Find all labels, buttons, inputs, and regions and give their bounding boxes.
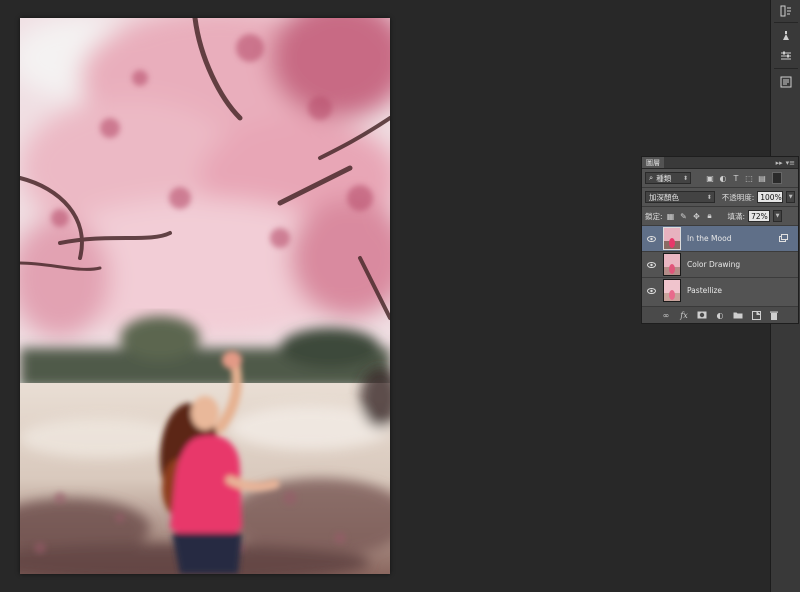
chevron-down-icon: ⬍ [682, 174, 688, 182]
filter-type-icon[interactable]: T [731, 173, 741, 183]
painted-photo [20, 18, 390, 574]
smart-object-icon [779, 234, 788, 244]
layer-row-pastellize[interactable]: Pastellize [642, 277, 798, 303]
filter-shape-icon[interactable]: ⬚ [744, 173, 754, 183]
document-canvas[interactable] [20, 18, 390, 574]
layer-name: In the Mood [687, 234, 732, 243]
layer-thumbnail [663, 279, 681, 302]
filter-smart-object-icon[interactable]: ▤ [757, 173, 767, 183]
brush-preset-icon[interactable] [777, 27, 795, 45]
eye-icon[interactable] [642, 235, 660, 242]
fill-label: 填滿: [727, 211, 746, 221]
panel-footer: ∞ fx ◐ [642, 306, 798, 323]
lock-all-icon[interactable]: 🔒︎ [705, 211, 715, 221]
blend-mode-value: 加深顏色 [649, 192, 679, 202]
layers-panel: 圖層 ▸▸ ▾≡ ⌕ 種類 ⬍ ▣ ◐ T ⬚ ▤ 加深顏色 ⬍ 不透明度: 1… [641, 156, 799, 324]
blend-mode-select[interactable]: 加深顏色 ⬍ [645, 191, 715, 203]
fill-input[interactable]: 72% [748, 210, 771, 222]
lock-transparent-icon[interactable]: ▦ [666, 211, 676, 221]
new-layer-icon[interactable] [751, 310, 762, 321]
filter-kind-select[interactable]: ⌕ 種類 ⬍ [645, 172, 691, 184]
layer-row-color-drawing[interactable]: Color Drawing [642, 251, 798, 277]
fill-slider-toggle[interactable]: ▼ [773, 210, 783, 222]
link-icon[interactable]: ∞ [661, 310, 672, 321]
layer-thumbnail [663, 253, 681, 276]
lock-position-icon[interactable]: ✥ [692, 211, 702, 221]
lock-label: 鎖定: [645, 211, 663, 221]
filter-kind-value: 種類 [656, 173, 672, 183]
opacity-input[interactable]: 100% [757, 191, 784, 203]
mask-icon[interactable] [697, 310, 708, 321]
fx-icon[interactable]: fx [679, 310, 690, 321]
tab-layers-label: 圖層 [646, 158, 660, 167]
chevron-down-icon: ⬍ [706, 193, 712, 201]
layer-thumbnail [663, 227, 681, 250]
lock-row: 鎖定: ▦ ✎ ✥ 🔒︎ 填滿: 72% ▼ [642, 207, 798, 225]
eye-icon[interactable] [642, 287, 660, 294]
opacity-label: 不透明度: [721, 192, 755, 202]
tab-layers[interactable]: 圖層 [642, 157, 664, 168]
search-icon: ⌕ [649, 173, 654, 182]
eye-icon[interactable] [642, 261, 660, 268]
adjustments-icon[interactable] [777, 47, 795, 65]
adjustment-icon[interactable]: ◐ [715, 310, 726, 321]
layer-name: Color Drawing [687, 260, 741, 269]
collapse-icon[interactable]: ▸▸ [776, 159, 783, 167]
filter-row: ⌕ 種類 ⬍ ▣ ◐ T ⬚ ▤ [642, 169, 798, 187]
lock-pixels-icon[interactable]: ✎ [679, 211, 689, 221]
properties-icon[interactable] [777, 73, 795, 91]
history-icon[interactable] [777, 2, 795, 20]
layer-name: Pastellize [687, 286, 723, 295]
blend-row: 加深顏色 ⬍ 不透明度: 100% ▼ [642, 188, 798, 206]
folder-icon[interactable] [733, 310, 744, 321]
filter-pixel-icon[interactable]: ▣ [705, 173, 715, 183]
panel-menu-icon[interactable]: ▾≡ [786, 159, 795, 167]
opacity-slider-toggle[interactable]: ▼ [786, 191, 795, 203]
filter-adjustment-icon[interactable]: ◐ [718, 173, 728, 183]
filter-toggle[interactable] [772, 172, 782, 184]
layer-row-in-the-mood[interactable]: In the Mood [642, 225, 798, 251]
trash-icon[interactable] [769, 310, 780, 321]
panel-header: 圖層 ▸▸ ▾≡ [642, 157, 798, 169]
layers-list: In the Mood Color Drawing Pastellize [642, 225, 798, 303]
